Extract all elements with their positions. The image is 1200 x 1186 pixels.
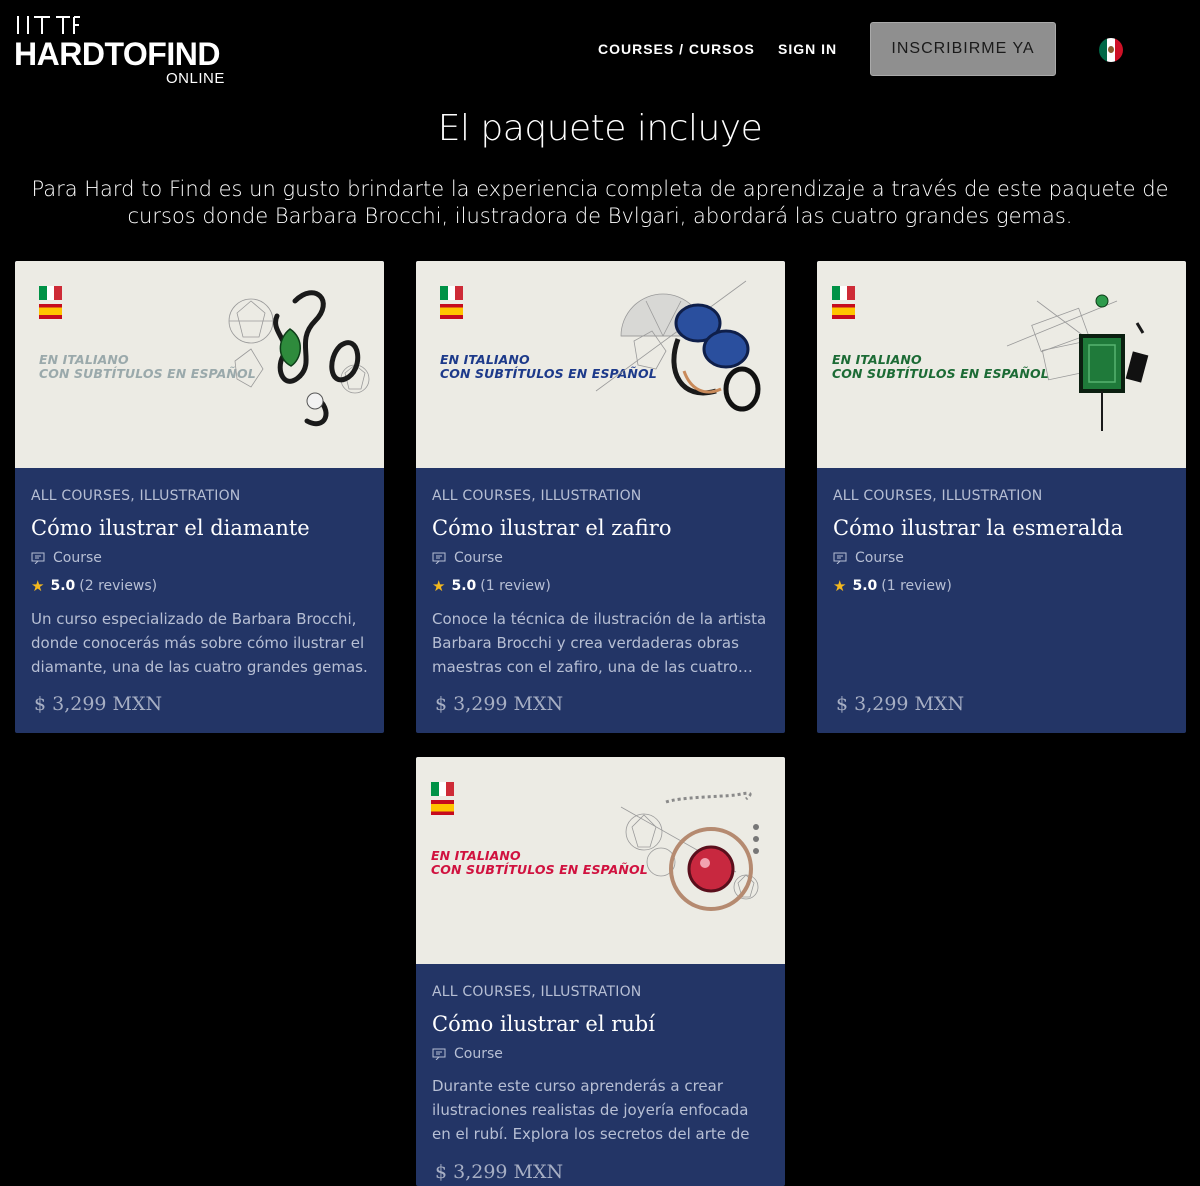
course-price: $ 3,299 MXN — [435, 1161, 564, 1183]
rating-value: 5.0 — [852, 578, 878, 594]
mexico-flag-icon[interactable] — [1099, 38, 1123, 62]
presentation-icon — [432, 552, 446, 564]
sapphire-jewelry-illustration — [595, 280, 761, 412]
page-title: El paquete incluye — [437, 108, 763, 149]
review-count: (2 reviews) — [79, 578, 158, 594]
ruby-jewelry-illustration — [620, 791, 759, 911]
brand-sub: ONLINE — [166, 70, 225, 87]
star-icon: ★ — [31, 577, 45, 595]
review-count: (1 review) — [881, 578, 952, 594]
course-title[interactable]: Cómo ilustrar el zafiro — [432, 515, 769, 541]
course-type-label: Course — [855, 550, 904, 566]
course-categories[interactable]: ALL COURSES, ILLUSTRATION — [31, 488, 368, 504]
course-categories[interactable]: ALL COURSES, ILLUSTRATION — [432, 488, 769, 504]
course-card-esmeralda[interactable]: EN ITALIANO CON SUBTÍTULOS EN ESPAÑOL AL… — [817, 261, 1186, 733]
emerald-jewelry-illustration — [1006, 294, 1149, 431]
course-price: $ 3,299 MXN — [836, 693, 965, 715]
course-categories[interactable]: ALL COURSES, ILLUSTRATION — [432, 984, 769, 1000]
nav-signin-link[interactable]: SIGN IN — [778, 41, 837, 57]
star-icon: ★ — [833, 577, 847, 595]
presentation-icon — [432, 1048, 446, 1060]
course-price: $ 3,299 MXN — [435, 693, 564, 715]
course-rating: ★ 5.0 (2 reviews) — [31, 577, 368, 595]
course-title[interactable]: Cómo ilustrar el diamante — [31, 515, 368, 541]
course-title[interactable]: Cómo ilustrar el rubí — [432, 1011, 769, 1037]
brand-logo[interactable]: HARDTOFIND ONLINE — [14, 14, 229, 87]
course-type-label: Course — [454, 1046, 503, 1062]
enroll-button[interactable]: INSCRIBIRME YA — [870, 22, 1056, 76]
course-title[interactable]: Cómo ilustrar la esmeralda — [833, 515, 1170, 541]
intro-text: Para Hard to Find es un gusto brindarte … — [31, 177, 1169, 228]
course-card-diamante[interactable]: EN ITALIANO CON SUBTÍTULOS EN ESPAÑOL AL… — [15, 261, 384, 733]
course-type-label: Course — [454, 550, 503, 566]
presentation-icon — [833, 552, 847, 564]
course-description: Un curso especializado de Barbara Brocch… — [31, 610, 368, 676]
course-type-label: Course — [53, 550, 102, 566]
course-rating: ★ 5.0 (1 review) — [833, 577, 1170, 595]
course-rating: ★ 5.0 (1 review) — [432, 577, 769, 595]
course-description: Conoce la técnica de ilustración de la a… — [432, 610, 767, 676]
nav-courses-link[interactable]: COURSES / CURSOS — [598, 41, 755, 57]
course-image[interactable]: EN ITALIANO CON SUBTÍTULOS EN ESPAÑOL — [416, 261, 785, 468]
star-icon: ★ — [432, 577, 446, 595]
course-type: Course — [833, 550, 1170, 566]
presentation-icon — [31, 552, 45, 564]
course-type: Course — [432, 550, 769, 566]
course-card-zafiro[interactable]: EN ITALIANO CON SUBTÍTULOS EN ESPAÑOL AL… — [416, 261, 785, 733]
emerald-gem-shape — [279, 328, 301, 367]
course-description: Durante este curso aprenderás a crear il… — [432, 1077, 750, 1143]
course-image[interactable]: EN ITALIANO CON SUBTÍTULOS EN ESPAÑOL — [416, 757, 785, 964]
course-card-rubi[interactable]: EN ITALIANO CON SUBTÍTULOS EN ESPAÑOL AL… — [416, 757, 785, 1186]
site-header: HARDTOFIND ONLINE COURSES / CURSOS SIGN … — [0, 0, 1200, 100]
htf-logo-mark-icon — [17, 16, 80, 34]
course-price: $ 3,299 MXN — [34, 693, 163, 715]
course-description — [833, 607, 1170, 679]
course-image[interactable]: EN ITALIANO CON SUBTÍTULOS EN ESPAÑOL — [817, 261, 1186, 468]
rating-value: 5.0 — [451, 578, 477, 594]
brand-name: HARDTOFIND — [14, 36, 220, 72]
course-image[interactable]: EN ITALIANO CON SUBTÍTULOS EN ESPAÑOL — [15, 261, 384, 468]
review-count: (1 review) — [480, 578, 551, 594]
course-type: Course — [31, 550, 368, 566]
diamond-jewelry-illustration — [228, 290, 370, 427]
course-categories[interactable]: ALL COURSES, ILLUSTRATION — [833, 488, 1170, 504]
rating-value: 5.0 — [50, 578, 76, 594]
course-type: Course — [432, 1046, 769, 1062]
